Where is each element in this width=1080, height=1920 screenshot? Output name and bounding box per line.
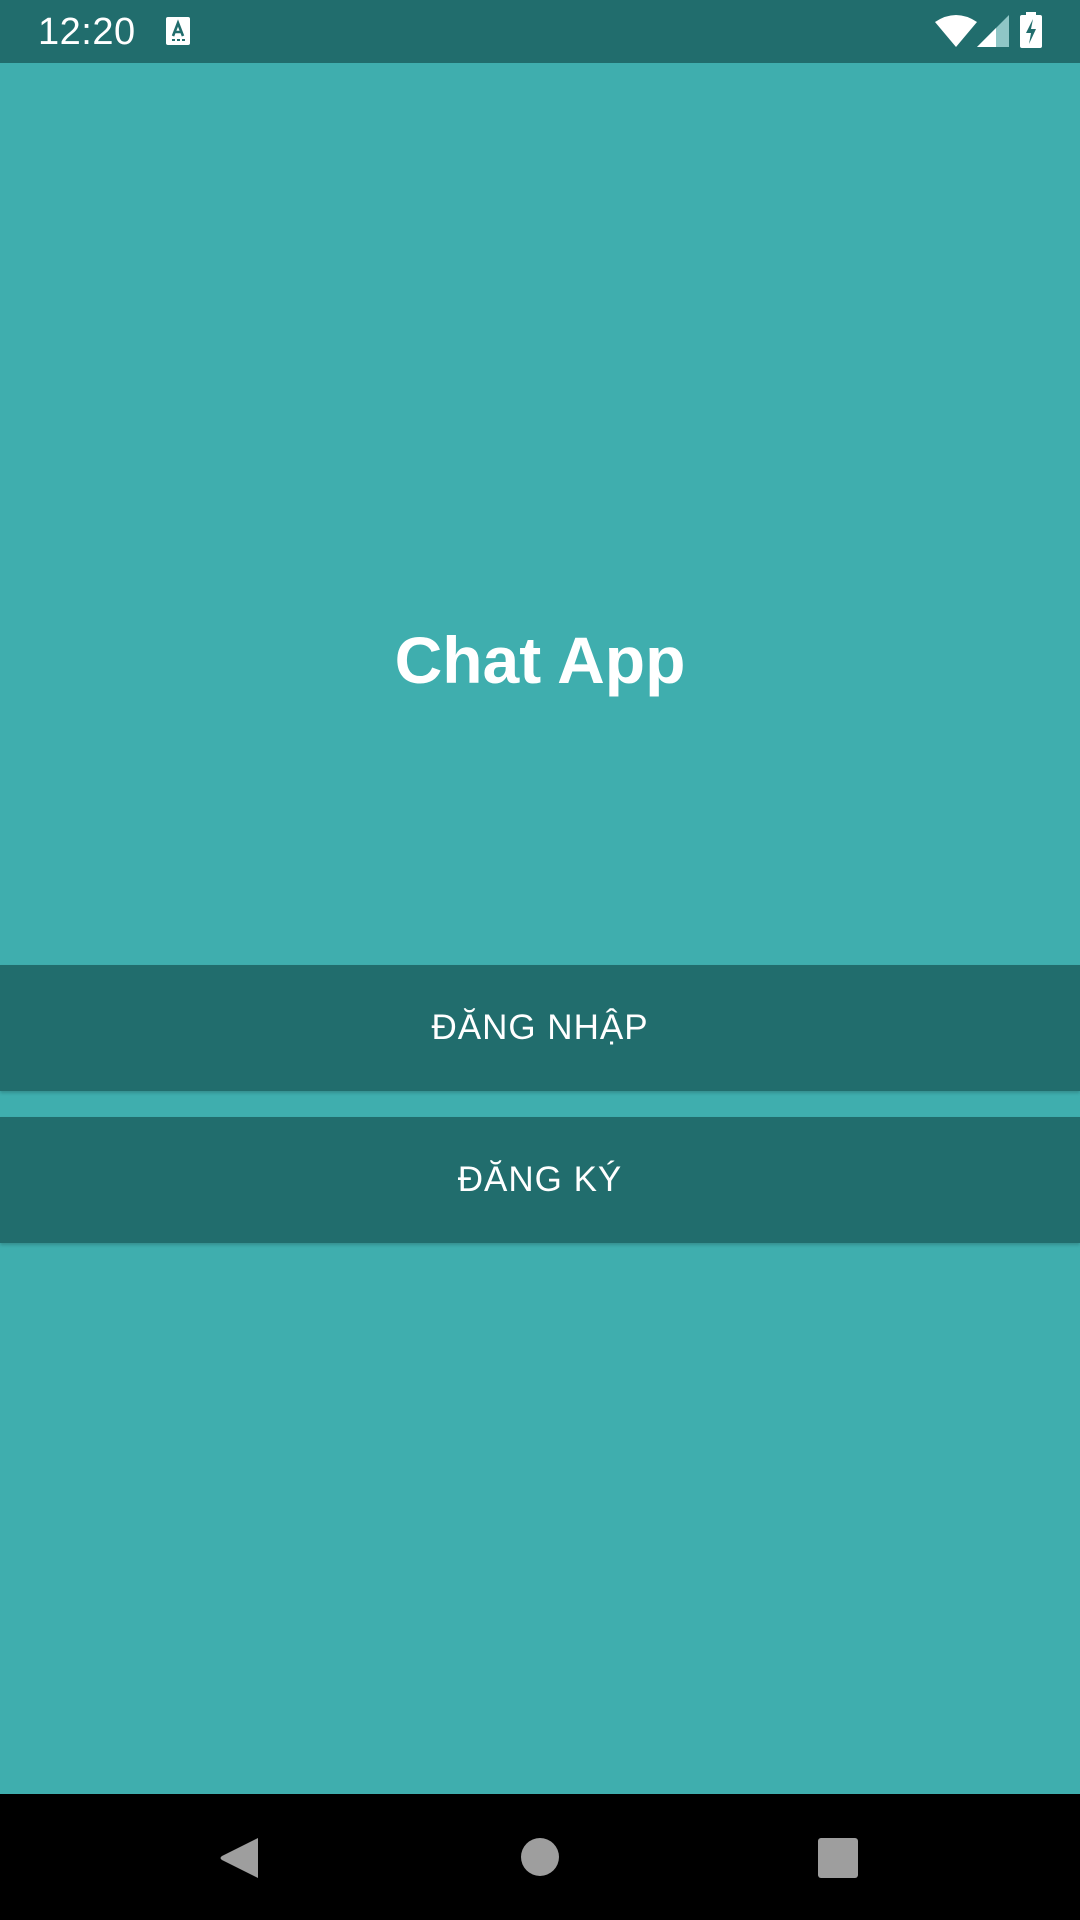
login-button[interactable]: ĐĂNG NHẬP	[0, 965, 1080, 1091]
recents-square-icon[interactable]	[818, 1838, 858, 1878]
register-button[interactable]: ĐĂNG KÝ	[0, 1117, 1080, 1243]
cell-signal-icon	[977, 15, 1009, 47]
wifi-icon	[935, 15, 977, 47]
battery-charging-icon	[1020, 12, 1042, 48]
app-title: Chat App	[394, 623, 686, 697]
navigation-bar	[0, 1794, 1080, 1920]
status-bar: 12:20	[0, 0, 1080, 63]
back-triangle-icon[interactable]	[218, 1836, 260, 1880]
keyboard-a-icon	[166, 17, 190, 45]
home-circle-icon[interactable]	[521, 1838, 559, 1876]
app-screen: 12:20 Chat App ĐĂNG NHẬP ĐĂNG KÝ	[0, 0, 1080, 1920]
status-time: 12:20	[38, 11, 136, 53]
